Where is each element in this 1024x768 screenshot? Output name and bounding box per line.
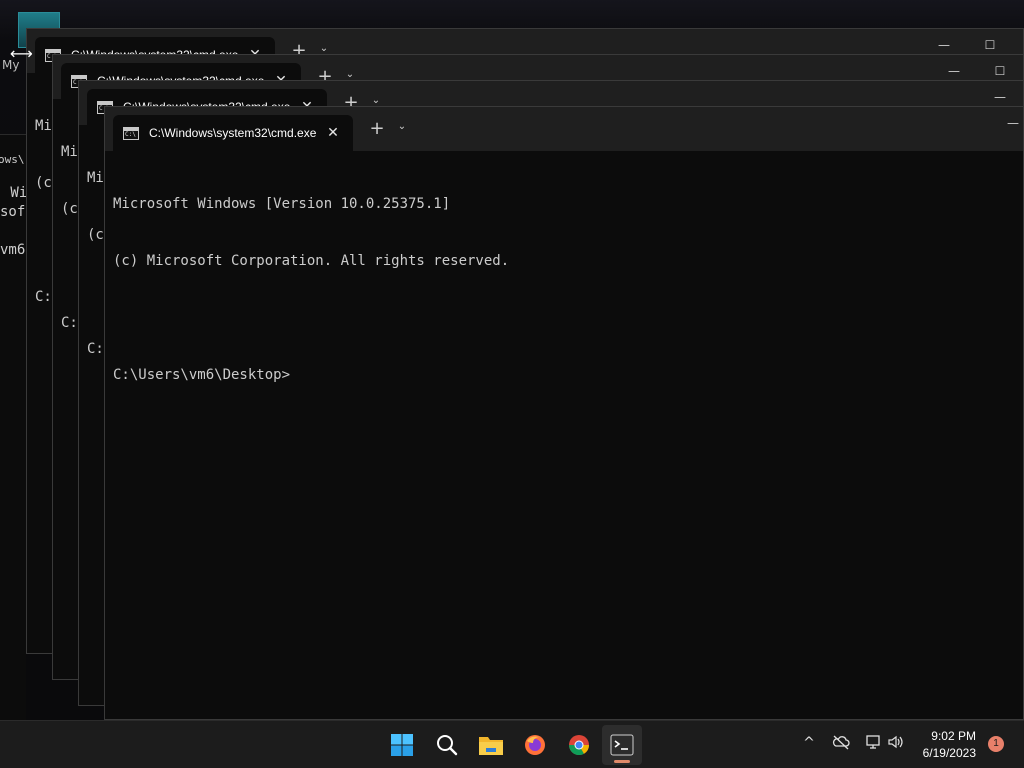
new-tab-button[interactable]: + <box>367 118 387 139</box>
onedrive-icon[interactable] <box>831 733 851 755</box>
clock-time[interactable]: 9:02 PM <box>931 729 976 743</box>
console-line-copyright: (c) Microsoft Corporation. All rights re… <box>113 253 510 269</box>
background-console-line: vm6 <box>0 242 26 258</box>
chrome-icon <box>568 735 590 756</box>
background-console: ows\ Wi sof vm6 <box>0 134 26 720</box>
file-explorer-button[interactable] <box>471 725 511 765</box>
chevron-down-icon[interactable]: ⌄ <box>395 121 409 132</box>
chrome-button[interactable] <box>559 725 599 765</box>
search-icon <box>437 735 458 756</box>
windows-logo-icon <box>391 734 413 756</box>
network-icon[interactable] <box>863 733 883 755</box>
firefox-button[interactable] <box>515 725 555 765</box>
console-line-version: Microsoft Windows [Version 10.0.25375.1] <box>113 196 451 212</box>
background-console-line: ows\ <box>0 153 25 166</box>
start-button[interactable] <box>382 725 422 765</box>
cloud-off-icon <box>832 735 850 750</box>
chevron-down-icon[interactable]: ⌄ <box>343 69 357 80</box>
tab[interactable]: C:\Windows\system32\cmd.exe ✕ <box>113 115 353 151</box>
notification-badge[interactable]: 1 <box>988 736 1004 752</box>
close-tab-icon[interactable]: ✕ <box>325 125 341 141</box>
active-indicator <box>614 760 630 763</box>
background-console-line: Wi <box>2 185 26 201</box>
window-controls: — <box>1003 111 1023 135</box>
monitor-network-icon <box>866 735 880 749</box>
resize-cursor-icon: ⟷ <box>10 44 33 63</box>
console-output[interactable]: Microsoft Windows [Version 10.0.25375.1]… <box>113 157 1023 719</box>
show-hidden-icons-button[interactable]: ^ <box>799 735 819 751</box>
clock-date[interactable]: 6/19/2023 <box>923 746 976 760</box>
background-console-line: sof <box>0 204 26 220</box>
terminal-button[interactable] <box>602 725 642 765</box>
terminal-window-4[interactable]: C:\Windows\system32\cmd.exe ✕ + ⌄ — Micr… <box>104 106 1024 720</box>
titlebar[interactable]: C:\Windows\system32\cmd.exe ✕ + ⌄ — <box>105 107 1023 151</box>
speaker-icon <box>888 735 903 749</box>
tab-title: C:\Windows\system32\cmd.exe <box>149 126 317 140</box>
folder-icon <box>479 737 503 755</box>
cmd-icon <box>123 126 139 140</box>
chevron-down-icon[interactable]: ⌄ <box>317 43 331 54</box>
terminal-icon <box>610 734 634 756</box>
minimize-button[interactable]: — <box>1003 111 1023 135</box>
firefox-icon <box>525 735 545 755</box>
volume-icon[interactable] <box>886 733 906 755</box>
taskbar: ^ 9:02 PM 6/19/2023 <box>0 720 1024 768</box>
chevron-down-icon[interactable]: ⌄ <box>369 95 383 106</box>
search-button[interactable] <box>427 725 467 765</box>
console-prompt[interactable]: C:\Users\vm6\Desktop> <box>113 366 1023 385</box>
